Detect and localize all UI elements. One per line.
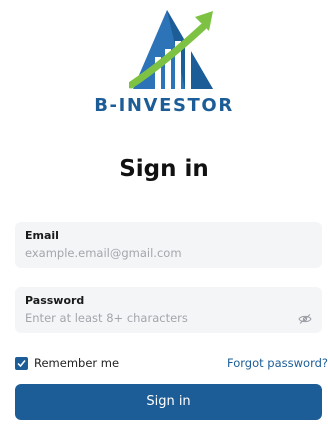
logo-icon [129,10,213,89]
remember-me[interactable]: Remember me [15,356,119,370]
password-input[interactable]: Enter at least 8+ characters [25,311,295,325]
check-icon [17,359,26,367]
remember-checkbox[interactable] [15,356,28,370]
email-field[interactable]: Email example.email@gmail.com [15,222,322,268]
forgot-password-link[interactable]: Forgot password? [227,356,328,370]
eye-slash-icon[interactable] [298,314,312,324]
brand-name: B-INVESTOR [94,95,234,116]
remember-label: Remember me [34,356,120,370]
password-field[interactable]: Password Enter at least 8+ characters [15,287,322,333]
email-input[interactable]: example.email@gmail.com [25,246,295,260]
email-label: Email [25,229,59,242]
sign-in-button[interactable]: Sign in [15,384,322,420]
page-title: Sign in [119,156,209,182]
password-label: Password [25,294,85,307]
